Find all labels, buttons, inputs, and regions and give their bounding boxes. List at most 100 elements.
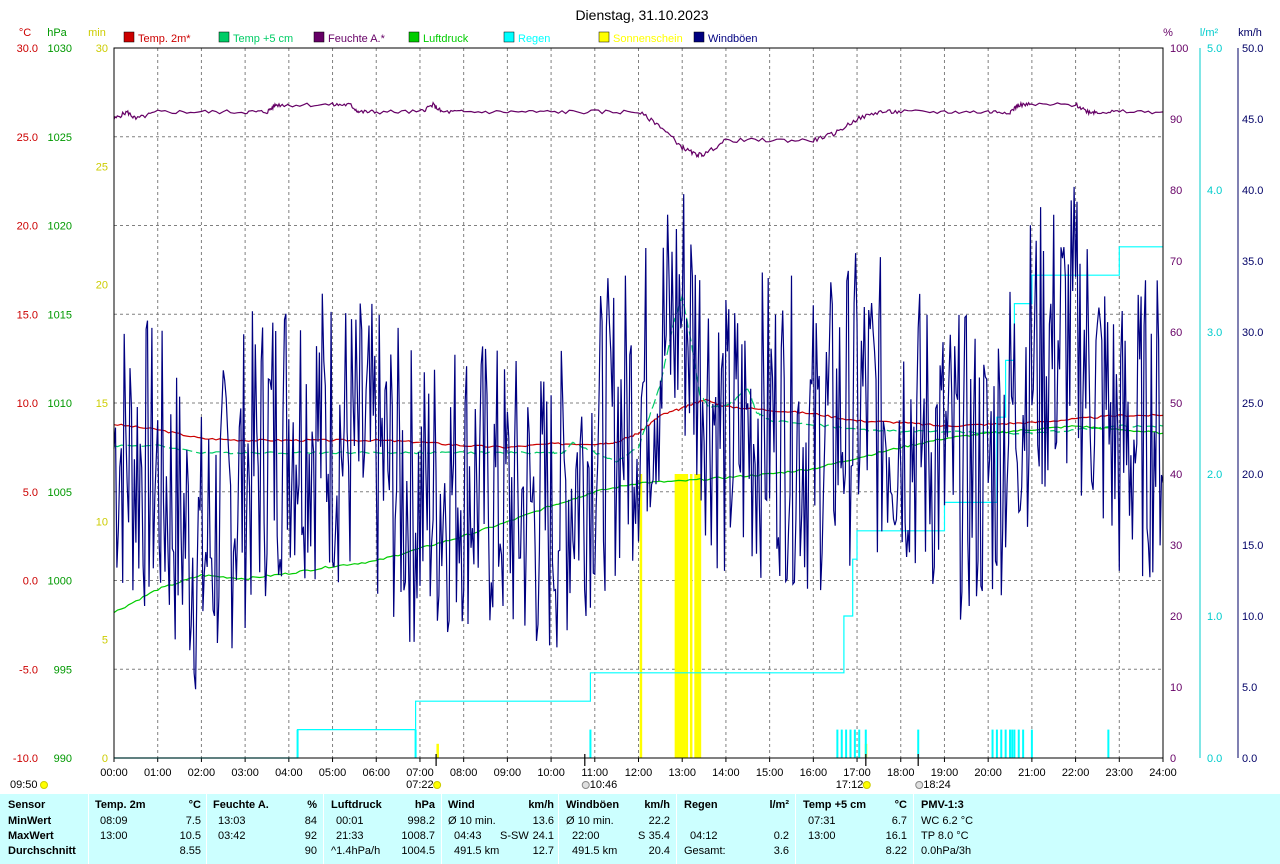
- stats-luftdruck-unit: hPa: [414, 799, 435, 811]
- sun-bar: [681, 474, 684, 758]
- stats-luftdruck: Luftdruck hPa 00:01 998.2 21:33 1008.7 ^…: [331, 794, 435, 864]
- tick-sunshine: 30: [96, 43, 108, 55]
- sun-icon: [40, 781, 48, 789]
- legend-label: Luftdruck: [423, 33, 469, 45]
- tick-sunshine: 0: [102, 753, 108, 765]
- axis-unit-wind: km/h: [1238, 27, 1262, 39]
- tick-wind: 10.0: [1242, 611, 1263, 623]
- tick-temp: -5.0: [19, 664, 38, 676]
- rain-bar: [414, 729, 417, 758]
- x-tick-label: 11:00: [581, 767, 608, 779]
- tick-sunshine: 5: [102, 635, 108, 647]
- tick-temp: 0.0: [23, 576, 38, 588]
- legend: Temp. 2m* Temp +5 cm Feuchte A.* Luftdruck R…: [123, 31, 758, 45]
- rain-bar: [1030, 729, 1033, 758]
- stats-row-avg: Durchschnitt: [8, 845, 76, 857]
- sun-bar: [639, 474, 643, 758]
- stats-temp2m-max-time: 13:00: [100, 830, 128, 842]
- tick-temp: 20.0: [17, 221, 38, 233]
- stats-windboeen-unit: km/h: [644, 799, 670, 811]
- sun-bar: [685, 474, 689, 758]
- tick-temp: 10.0: [17, 398, 38, 410]
- tick-sunshine: 20: [96, 280, 108, 292]
- stats-pmv-dewpoint: TP 8.0 °C: [921, 830, 969, 842]
- stats-feuchte: Feuchte A. % 13:03 84 03:42 92 90: [213, 794, 317, 864]
- rain-bar: [836, 729, 839, 758]
- stats-temp2m-header: Temp. 2m: [95, 799, 146, 811]
- stats-regen-total-label: Gesamt:: [684, 845, 726, 857]
- stats-temp5-min-time: 07:31: [808, 815, 836, 827]
- moon-icon: [915, 781, 924, 789]
- stats-regen-total: 3.6: [773, 845, 789, 857]
- tick-wind: 30.0: [1242, 327, 1263, 339]
- rain-bar: [840, 729, 843, 758]
- tick-temp: 15.0: [17, 309, 38, 321]
- stats-feuchte-min-time: 13:03: [218, 815, 246, 827]
- stats-regen-header: Regen: [684, 799, 718, 811]
- tick-rain: 4.0: [1207, 185, 1222, 197]
- tick-humidity: 100: [1170, 43, 1188, 55]
- stats-regen-max: 0.2: [773, 830, 789, 842]
- marker-label: 18:24: [923, 779, 951, 791]
- x-tick-label: 04:00: [275, 767, 303, 779]
- legend-label: Temp. 2m*: [138, 33, 191, 45]
- x-tick-label: 19:00: [931, 767, 959, 779]
- x-tick-label: 09:00: [494, 767, 522, 779]
- stats-pmv: PMV-1:3 WC 6.2 °C TP 8.0 °C 0.0hPa/3h: [921, 794, 1041, 864]
- tick-pressure: 1005: [48, 487, 72, 499]
- x-tick-label: 16:00: [800, 767, 828, 779]
- tick-humidity: 50: [1170, 398, 1182, 410]
- stats-temp5: Temp +5 cm °C 07:31 6.7 13:00 16.1 8.22: [803, 794, 907, 864]
- x-tick-label: 05:00: [319, 767, 347, 779]
- tick-temp: -10.0: [13, 753, 38, 765]
- stats-temp2m-unit: °C: [188, 799, 201, 811]
- stats-windboeen-avg10: 22.2: [648, 815, 670, 827]
- axis-unit-rain: l/m²: [1200, 27, 1219, 39]
- rain-bar: [917, 729, 920, 758]
- rain-bar: [1009, 729, 1012, 758]
- tick-humidity: 10: [1170, 682, 1182, 694]
- stats-wind-avg: 12.7: [532, 845, 554, 857]
- x-tick-label: 18:00: [887, 767, 915, 779]
- bars: [296, 474, 1110, 758]
- stats-temp5-min: 6.7: [891, 815, 907, 827]
- stats-luftdruck-header: Luftdruck: [331, 799, 382, 811]
- tick-rain: 5.0: [1207, 43, 1222, 55]
- tick-humidity: 60: [1170, 327, 1182, 339]
- stats-row-max: MaxWert: [8, 830, 54, 842]
- stats-pmv-header: PMV-1:3: [921, 799, 964, 811]
- tick-humidity: 80: [1170, 185, 1182, 197]
- tick-rain: 0.0: [1207, 753, 1222, 765]
- marker-label: 10:46: [590, 779, 618, 791]
- stats-luftdruck-max: 1008.7: [401, 830, 435, 842]
- sun-icon: [433, 781, 442, 789]
- sun-bar: [696, 474, 700, 758]
- stats-feuchte-max: 92: [304, 830, 317, 842]
- tick-humidity: 40: [1170, 469, 1182, 481]
- tick-wind: 50.0: [1242, 43, 1263, 55]
- stats-temp2m-max: 10.5: [179, 830, 201, 842]
- stats-luftdruck-max-time: 21:33: [336, 830, 364, 842]
- legend-swatch: [408, 31, 420, 43]
- x-tick-label: 13:00: [668, 767, 696, 779]
- stats-pmv-windchill: WC 6.2 °C: [921, 815, 974, 827]
- stats-wind-avg10-label: Ø 10 min.: [448, 815, 496, 827]
- tick-wind: 15.0: [1242, 540, 1263, 552]
- marker-label: 17:12: [836, 779, 864, 791]
- stats-temp2m-avg: 8.55: [179, 845, 201, 857]
- rain-bar: [858, 729, 861, 758]
- stats-wind-distance: 491.5 km: [454, 845, 500, 857]
- x-tick-label: 17:00: [843, 767, 871, 779]
- x-tick-label: 07:00: [406, 767, 434, 779]
- legend-swatch: [598, 31, 610, 43]
- rain-bar: [849, 729, 852, 758]
- legend-swatch: [123, 31, 135, 43]
- tick-wind: 25.0: [1242, 398, 1263, 410]
- legend-label: Feuchte A.*: [328, 33, 386, 45]
- stats-windboeen-max-time: 22:00: [572, 830, 600, 842]
- rain-bar: [1011, 729, 1014, 758]
- legend-swatch: [693, 31, 705, 43]
- axis-unit-temp: °C: [19, 27, 31, 39]
- stats-feuchte-unit: %: [307, 799, 317, 811]
- stats-wind-max-time: 04:43: [454, 830, 482, 842]
